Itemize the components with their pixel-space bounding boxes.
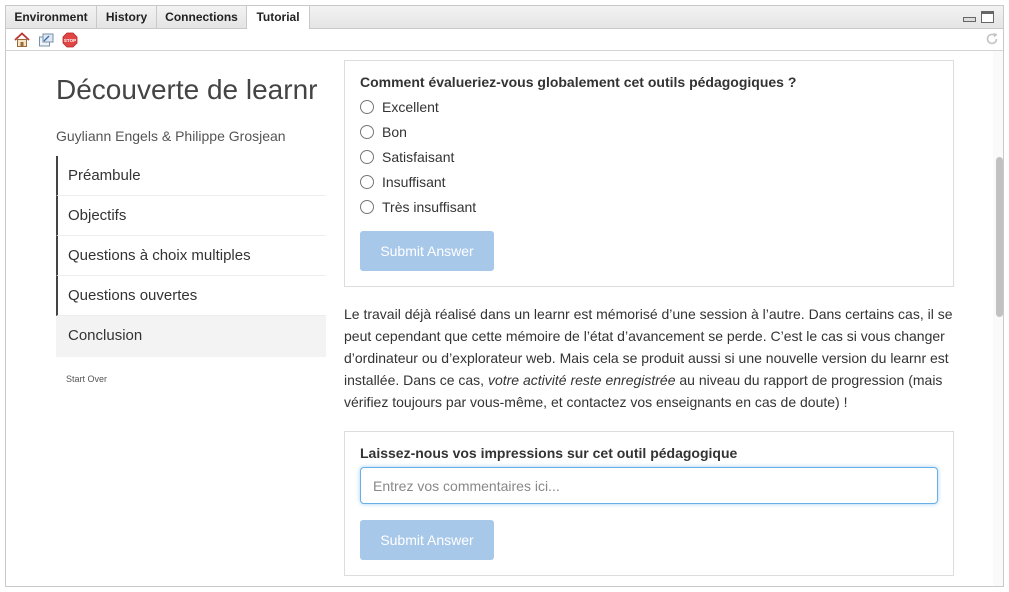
rating-submit-button[interactable]: Submit Answer xyxy=(360,231,494,271)
stop-icon-label: STOP xyxy=(64,38,76,43)
feedback-question-panel: Laissez-nous vos impressions sur cet out… xyxy=(344,431,954,576)
tutorial-content: Découverte de learnr Guyliann Engels & P… xyxy=(6,51,993,586)
radio-button[interactable] xyxy=(360,200,374,214)
feedback-input[interactable] xyxy=(360,467,938,504)
paragraph-emphasis: votre activité reste enregistrée xyxy=(487,372,676,388)
option-label: Insuffisant xyxy=(382,174,446,190)
popout-icon[interactable] xyxy=(38,32,54,48)
feedback-submit-button[interactable]: Submit Answer xyxy=(360,520,494,560)
start-over-link[interactable]: Start Over xyxy=(66,374,107,384)
content-scrollbar[interactable] xyxy=(993,51,1003,586)
toc-item-questions-choix-multiples[interactable]: Questions à choix multiples xyxy=(56,236,326,276)
option-satisfaisant[interactable]: Satisfaisant xyxy=(360,149,454,169)
pane-tab-bar: Environment History Connections Tutorial xyxy=(6,6,1003,30)
tab-connections[interactable]: Connections xyxy=(157,6,247,29)
option-label: Excellent xyxy=(382,99,439,115)
minimize-pane-icon[interactable] xyxy=(963,17,976,22)
table-of-contents: Préambule Objectifs Questions à choix mu… xyxy=(56,156,326,357)
feedback-question-title: Laissez-nous vos impressions sur cet out… xyxy=(360,445,738,461)
option-label: Bon xyxy=(382,124,407,140)
option-bon[interactable]: Bon xyxy=(360,124,407,144)
tab-history[interactable]: History xyxy=(97,6,157,29)
tutorial-title: Découverte de learnr xyxy=(56,74,318,105)
tutorial-pane: Environment History Connections Tutorial… xyxy=(5,5,1004,587)
maximize-pane-icon[interactable] xyxy=(981,11,994,23)
toc-item-preambule[interactable]: Préambule xyxy=(56,156,326,196)
stop-icon[interactable]: STOP xyxy=(62,32,78,48)
rating-question-panel: Comment évalueriez-vous globalement cet … xyxy=(344,60,954,287)
toc-item-questions-ouvertes[interactable]: Questions ouvertes xyxy=(56,276,326,316)
option-tres-insuffisant[interactable]: Très insuffisant xyxy=(360,199,476,219)
home-icon[interactable] xyxy=(14,32,30,48)
option-excellent[interactable]: Excellent xyxy=(360,99,439,119)
tutorial-authors: Guyliann Engels & Philippe Grosjean xyxy=(56,128,286,144)
option-label: Très insuffisant xyxy=(382,199,477,215)
toc-item-objectifs[interactable]: Objectifs xyxy=(56,196,326,236)
toc-item-conclusion[interactable]: Conclusion xyxy=(56,316,326,357)
option-label: Satisfaisant xyxy=(382,149,455,165)
refresh-icon[interactable] xyxy=(985,32,999,46)
radio-button[interactable] xyxy=(360,100,374,114)
tab-tutorial[interactable]: Tutorial xyxy=(246,6,310,30)
tutorial-toolbar: STOP xyxy=(6,29,1003,51)
radio-button[interactable] xyxy=(360,125,374,139)
radio-button[interactable] xyxy=(360,175,374,189)
tab-environment[interactable]: Environment xyxy=(6,6,97,29)
option-insuffisant[interactable]: Insuffisant xyxy=(360,174,446,194)
progress-memory-paragraph: Le travail déjà réalisé dans un learnr e… xyxy=(344,303,956,413)
radio-button[interactable] xyxy=(360,150,374,164)
rating-question-title: Comment évalueriez-vous globalement cet … xyxy=(360,74,797,90)
scrollbar-thumb[interactable] xyxy=(996,157,1003,317)
